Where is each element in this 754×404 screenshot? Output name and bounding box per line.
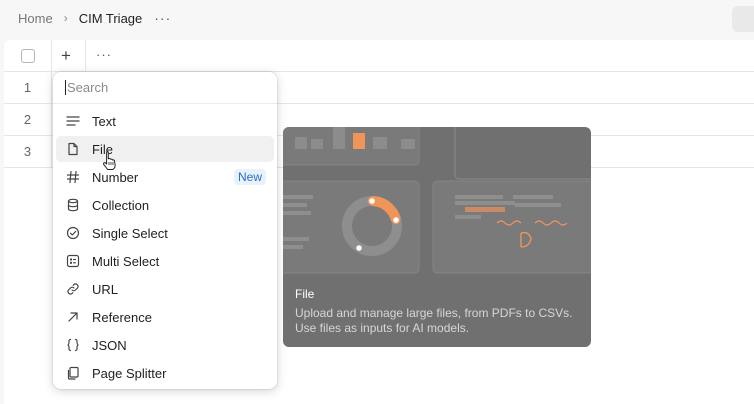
menu-item-text[interactable]: Text — [56, 108, 274, 134]
file-preview-illustration — [283, 127, 591, 274]
pages-icon — [66, 366, 80, 380]
preview-title: File — [295, 287, 315, 301]
row-number: 1 — [23, 80, 32, 95]
new-badge: New — [233, 169, 266, 185]
menu-item-reference[interactable]: Reference — [56, 304, 274, 330]
menu-item-label: Number — [92, 169, 139, 185]
search-input[interactable] — [65, 80, 255, 95]
top-bar: Home › CIM Triage ··· Bu — [0, 0, 754, 36]
arrow-up-right-icon — [66, 310, 80, 324]
file-type-preview: File Upload and manage large files, from… — [283, 127, 591, 347]
file-icon — [66, 142, 80, 156]
table-header: + ··· — [4, 40, 754, 72]
column-divider — [51, 40, 52, 72]
menu-item-label: Text — [92, 113, 116, 129]
preview-description: Upload and manage large files, from PDFs… — [295, 306, 573, 335]
column-more-icon[interactable]: ··· — [96, 47, 112, 62]
menu-item-multi-select[interactable]: Multi Select — [56, 248, 274, 274]
more-options-icon[interactable]: ··· — [154, 10, 171, 26]
menu-item-json[interactable]: JSON — [56, 332, 274, 358]
breadcrumb-separator: › — [63, 11, 68, 25]
column-divider — [51, 72, 52, 104]
column-divider — [51, 104, 52, 136]
menu-item-label: Page Splitter — [92, 365, 167, 381]
menu-item-label: Reference — [92, 309, 152, 325]
add-column-button[interactable]: + — [61, 46, 71, 66]
menu-item-page-splitter[interactable]: Page Splitter — [56, 360, 274, 386]
menu-item-url[interactable]: URL — [56, 276, 274, 302]
row-number: 2 — [23, 112, 32, 127]
top-right-button[interactable]: Bu — [732, 6, 754, 32]
database-icon — [66, 198, 80, 212]
hand-pointer-icon — [103, 151, 116, 170]
menu-item-label: Collection — [92, 197, 150, 213]
column-divider — [51, 136, 52, 168]
menu-item-label: Multi Select — [92, 253, 160, 269]
multi-select-icon — [66, 254, 80, 268]
link-icon — [66, 282, 80, 296]
hash-icon — [66, 170, 80, 184]
text-lines-icon — [66, 114, 80, 128]
column-divider — [85, 40, 86, 72]
menu-item-single-select[interactable]: Single Select — [56, 220, 274, 246]
braces-icon — [66, 338, 80, 352]
row-number: 3 — [23, 144, 32, 159]
breadcrumb-home[interactable]: Home — [18, 11, 53, 26]
select-all-checkbox[interactable] — [21, 49, 35, 63]
menu-search — [53, 72, 277, 104]
breadcrumb-current[interactable]: CIM Triage — [79, 11, 143, 26]
menu-item-label: Single Select — [92, 225, 168, 241]
check-circle-icon — [66, 226, 80, 240]
menu-item-collection[interactable]: Collection — [56, 192, 274, 218]
menu-item-file[interactable]: File — [56, 136, 274, 162]
menu-item-label: URL — [92, 281, 119, 297]
menu-item-number[interactable]: Number New — [56, 164, 274, 190]
column-type-menu: Text File Number New Collection Single S… — [53, 72, 277, 389]
menu-item-label: JSON — [92, 337, 127, 353]
